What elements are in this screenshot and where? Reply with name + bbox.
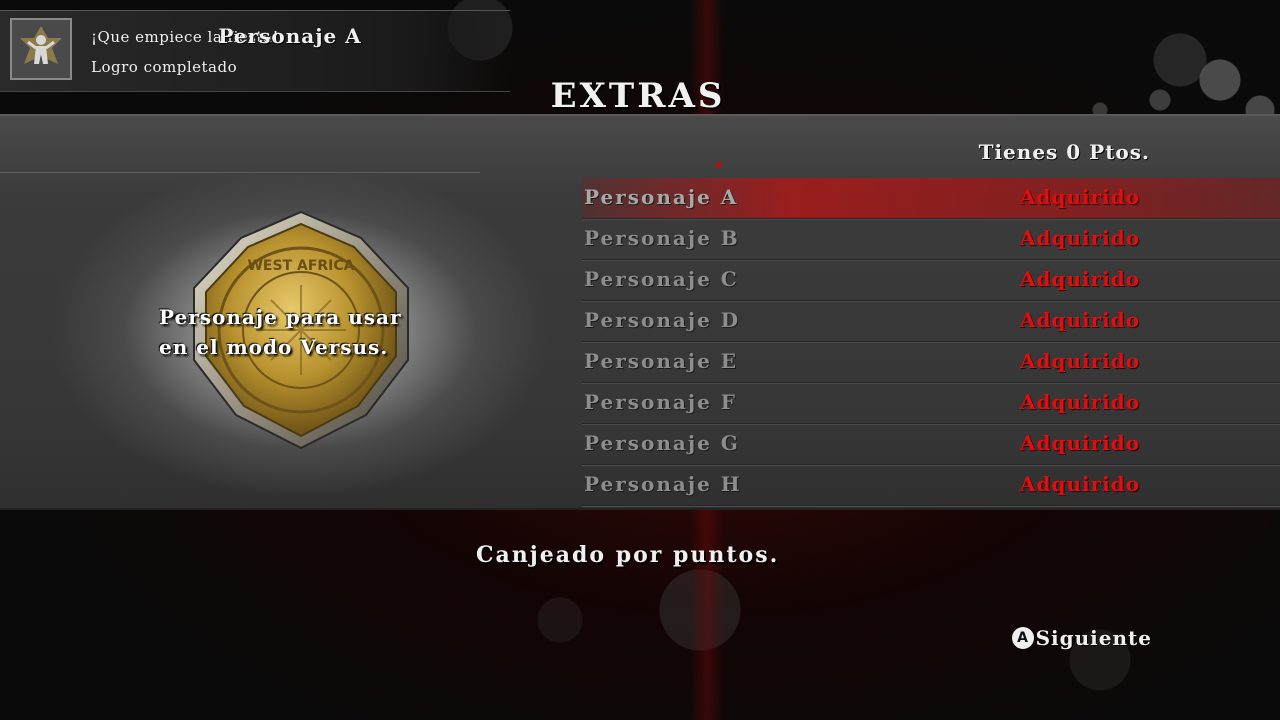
list-item[interactable]: Personaje H Adquirido: [582, 465, 1280, 506]
item-status: Adquirido: [1020, 349, 1141, 373]
item-status: Adquirido: [1020, 226, 1141, 250]
page-title: EXTRAS: [550, 76, 726, 116]
achievement-subtitle: Logro completado: [91, 58, 238, 76]
a-button-icon: A: [1011, 627, 1034, 649]
list-item[interactable]: Personaje F Adquirido: [582, 383, 1280, 424]
svg-text:WEST AFRICA: WEST AFRICA: [247, 258, 354, 274]
item-name: Personaje G: [584, 431, 740, 455]
item-name: Personaje A: [584, 185, 739, 209]
list-item[interactable]: Personaje G Adquirido: [582, 424, 1280, 465]
item-status: Adquirido: [1020, 390, 1141, 414]
detail-item-name: Personaje A: [218, 24, 362, 48]
detail-header: [0, 120, 480, 173]
item-name: Personaje B: [584, 226, 740, 250]
item-status: Adquirido: [1020, 472, 1141, 496]
list-item[interactable]: Personaje B Adquirido: [582, 219, 1280, 260]
extras-list: Personaje A Adquirido Personaje B Adquir…: [582, 178, 1280, 506]
item-name: Personaje C: [584, 267, 739, 291]
item-status: Adquirido: [1020, 185, 1141, 209]
description-line-2: en el modo Versus.: [159, 335, 389, 359]
item-name: Personaje D: [584, 308, 741, 332]
item-status: Adquirido: [1020, 308, 1141, 332]
blood-drop-decoration: [716, 162, 722, 168]
list-item[interactable]: Personaje E Adquirido: [582, 342, 1280, 383]
item-status: Adquirido: [1020, 267, 1141, 291]
item-name: Personaje H: [584, 472, 742, 496]
next-label: Siguiente: [1035, 626, 1152, 650]
item-description: Personaje para usar en el modo Versus.: [159, 302, 449, 362]
description-line-1: Personaje para usar: [159, 305, 402, 329]
points-balance: Tienes 0 Ptos.: [978, 140, 1150, 164]
next-button[interactable]: A Siguiente: [1011, 624, 1152, 652]
list-item[interactable]: Personaje D Adquirido: [582, 301, 1280, 342]
item-status: Adquirido: [1020, 431, 1141, 455]
item-name: Personaje F: [584, 390, 737, 414]
list-item[interactable]: Personaje C Adquirido: [582, 260, 1280, 301]
list-item[interactable]: Personaje A Adquirido: [582, 178, 1280, 219]
item-name: Personaje E: [584, 349, 739, 373]
status-message: Canjeado por puntos.: [476, 542, 780, 568]
